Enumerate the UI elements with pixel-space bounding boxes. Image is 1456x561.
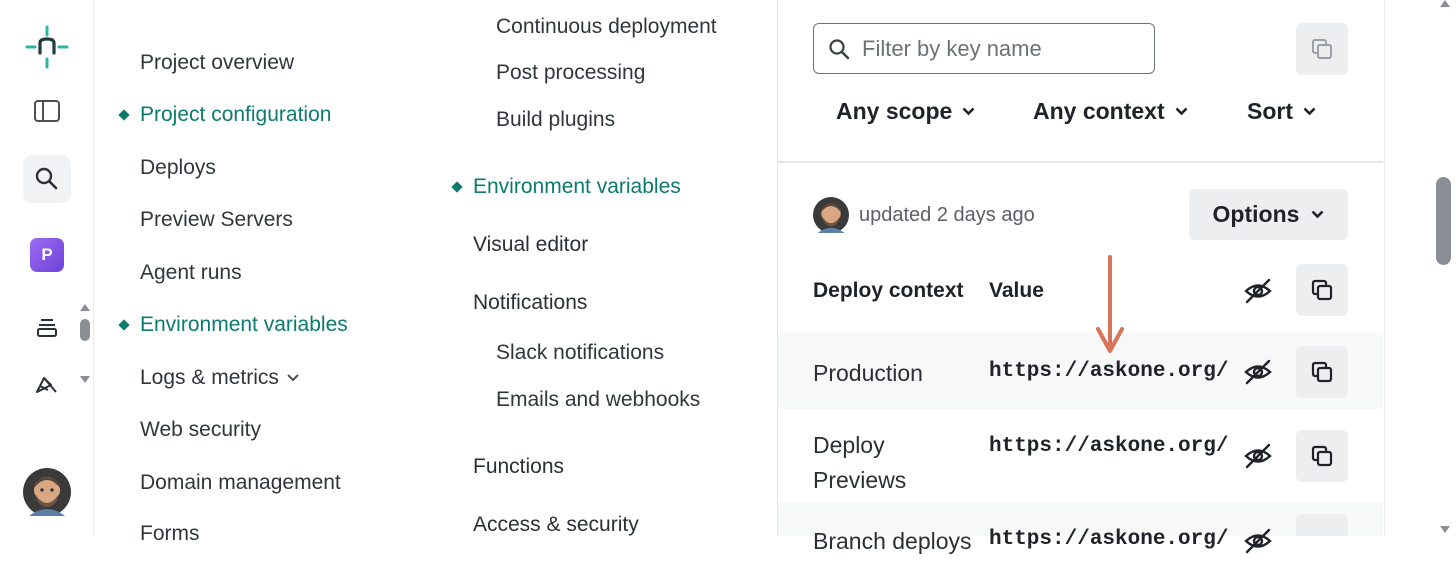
nav-sub-environment-variables[interactable]: Environment variables bbox=[473, 175, 681, 199]
eye-off-icon[interactable] bbox=[1243, 441, 1273, 476]
options-label: Options bbox=[1212, 201, 1300, 227]
row-value-branch-deploys: https://askone.org/ bbox=[989, 528, 1229, 551]
updated-text: updated 2 days ago bbox=[859, 204, 1035, 226]
copy-icon bbox=[1311, 361, 1333, 383]
scrollbar-thumb[interactable] bbox=[1436, 177, 1451, 265]
eye-off-icon[interactable] bbox=[1243, 526, 1273, 561]
row-context-branch-deploys: Branch deploys bbox=[813, 528, 972, 554]
nav-web-security[interactable]: Web security bbox=[140, 418, 261, 442]
sidebar-toggle-icon[interactable] bbox=[23, 87, 71, 135]
column-value: Value bbox=[989, 279, 1044, 302]
search-field[interactable] bbox=[813, 23, 1155, 74]
nav-emails-webhooks[interactable]: Emails and webhooks bbox=[496, 388, 700, 412]
rail-scrollbar[interactable] bbox=[80, 304, 90, 396]
workspace-letter: P bbox=[30, 238, 64, 272]
copy-value-button[interactable] bbox=[1296, 430, 1348, 482]
copy-icon bbox=[1311, 445, 1333, 467]
active-diamond-icon bbox=[451, 181, 463, 193]
nav-deploys[interactable]: Deploys bbox=[140, 156, 216, 180]
nav-environment-variables[interactable]: Environment variables bbox=[140, 313, 348, 337]
rocket-icon[interactable] bbox=[23, 360, 71, 408]
sort-dropdown[interactable]: Sort bbox=[1247, 98, 1316, 125]
chevron-down-icon bbox=[1303, 107, 1316, 116]
nav-logs-metrics-label: Logs & metrics bbox=[140, 366, 279, 389]
copy-value-button[interactable] bbox=[1296, 346, 1348, 398]
nav-notifications[interactable]: Notifications bbox=[473, 291, 587, 315]
user-avatar[interactable] bbox=[23, 468, 71, 516]
copy-icon bbox=[1311, 279, 1333, 301]
layers-icon[interactable] bbox=[23, 303, 71, 351]
active-diamond-icon bbox=[118, 319, 130, 331]
chevron-down-icon bbox=[1312, 210, 1324, 219]
chevron-down-icon bbox=[1175, 107, 1188, 116]
scroll-down-arrow-icon[interactable] bbox=[1440, 526, 1450, 533]
nav-project-configuration[interactable]: Project configuration bbox=[140, 103, 331, 127]
nav-slack-notifications[interactable]: Slack notifications bbox=[496, 341, 664, 365]
nav-continuous-deployment[interactable]: Continuous deployment bbox=[496, 15, 717, 39]
nav-project-overview[interactable]: Project overview bbox=[140, 51, 294, 75]
options-button[interactable]: Options bbox=[1189, 189, 1348, 240]
search-icon[interactable] bbox=[23, 155, 71, 203]
eye-off-icon[interactable] bbox=[1243, 276, 1273, 311]
workspace-avatar[interactable]: P bbox=[23, 231, 71, 279]
sort-dropdown-label: Sort bbox=[1247, 98, 1293, 124]
copy-value-button[interactable] bbox=[1296, 514, 1348, 536]
row-value-deploy-previews: https://askone.org/ bbox=[989, 435, 1229, 458]
scope-dropdown-label: Any scope bbox=[836, 98, 953, 124]
search-icon bbox=[829, 38, 850, 59]
nav-agent-runs[interactable]: Agent runs bbox=[140, 261, 242, 285]
netlify-logo-icon[interactable] bbox=[23, 23, 71, 71]
row-value-production: https://askone.org/ bbox=[989, 360, 1229, 383]
nav-domain-management[interactable]: Domain management bbox=[140, 471, 341, 495]
row-context-deploy-previews: Deploy Previews bbox=[813, 432, 907, 493]
nav-forms[interactable]: Forms bbox=[140, 522, 200, 546]
context-dropdown-label: Any context bbox=[1033, 98, 1165, 124]
chevron-down-icon bbox=[287, 374, 299, 382]
annotation-arrow-icon bbox=[1096, 255, 1124, 353]
active-diamond-icon bbox=[118, 109, 130, 121]
nav-post-processing[interactable]: Post processing bbox=[496, 61, 645, 85]
updater-avatar bbox=[813, 197, 849, 233]
nav-logs-metrics[interactable]: Logs & metrics bbox=[140, 366, 299, 390]
nav-functions[interactable]: Functions bbox=[473, 455, 564, 479]
eye-off-icon[interactable] bbox=[1243, 357, 1273, 392]
nav-preview-servers[interactable]: Preview Servers bbox=[140, 208, 293, 232]
page-scrollbar[interactable] bbox=[1434, 0, 1456, 536]
context-dropdown[interactable]: Any context bbox=[1033, 98, 1188, 125]
nav-build-plugins[interactable]: Build plugins bbox=[496, 108, 615, 132]
icon-rail: P bbox=[0, 0, 94, 536]
column-deploy-context: Deploy context bbox=[813, 279, 964, 302]
copy-icon bbox=[1312, 39, 1332, 59]
filter-input[interactable] bbox=[860, 34, 1134, 63]
nav-access-security[interactable]: Access & security bbox=[473, 513, 639, 537]
scope-dropdown[interactable]: Any scope bbox=[836, 98, 975, 125]
copy-all-values-button[interactable] bbox=[1296, 264, 1348, 316]
panel-divider bbox=[778, 161, 1383, 163]
copy-all-button[interactable] bbox=[1296, 23, 1348, 75]
nav-visual-editor[interactable]: Visual editor bbox=[473, 233, 588, 257]
row-context-production: Production bbox=[813, 360, 923, 386]
chevron-down-icon bbox=[962, 107, 975, 116]
scroll-up-arrow-icon[interactable] bbox=[1440, 0, 1450, 7]
